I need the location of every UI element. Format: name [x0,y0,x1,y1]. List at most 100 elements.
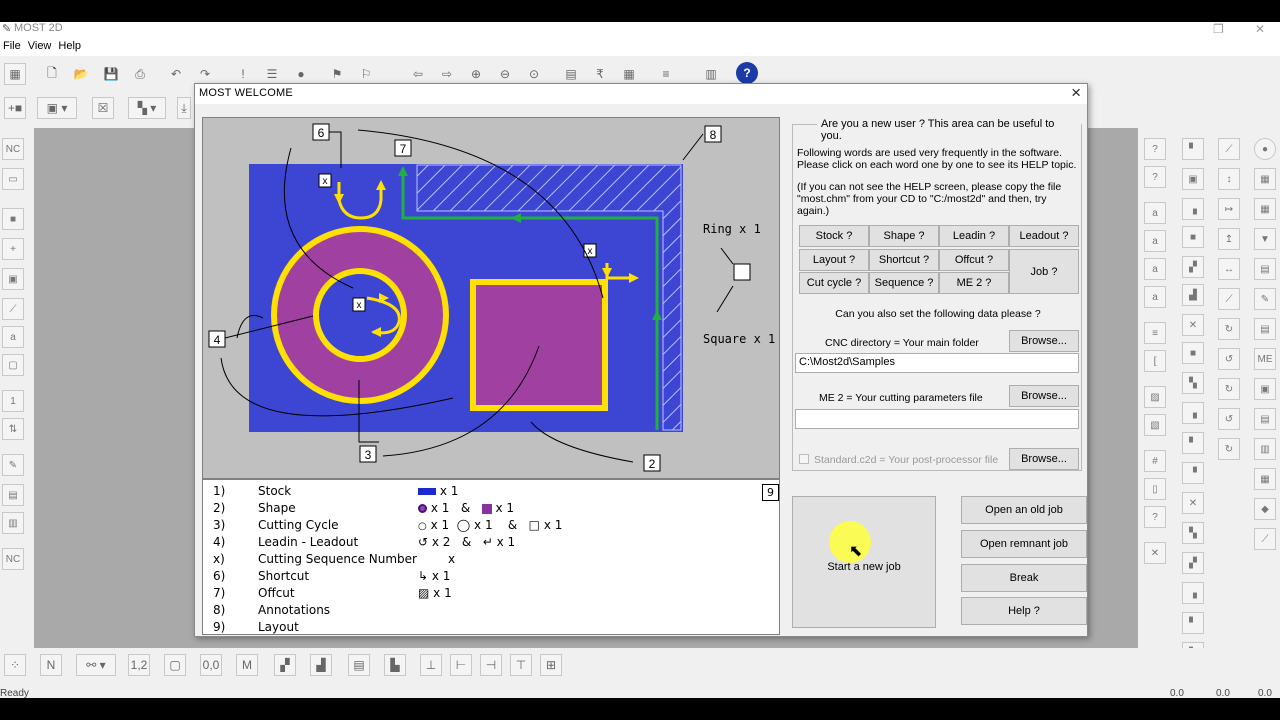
help-button[interactable]: Help ? [961,597,1087,625]
rt3-6-icon[interactable]: ⟋ [1218,288,1240,310]
close-window-icon[interactable]: ✕ [1255,22,1265,36]
start-new-job-button[interactable]: Start a new job ⬉ [792,496,936,628]
rt4-9-icon[interactable]: ▣ [1254,378,1276,400]
new-file-icon[interactable]: 🗋 [41,63,63,85]
topic-stock-button[interactable]: Stock ? [799,225,869,247]
rt4-7-icon[interactable]: ▤ [1254,318,1276,340]
add-stock-icon[interactable]: +■ [4,97,26,119]
flag-icon[interactable]: ⚑ [326,63,348,85]
rt2-10-icon[interactable]: ▗ [1182,402,1204,424]
menu-help[interactable]: Help [55,38,85,52]
rt4-14-icon[interactable]: ⟋ [1254,528,1276,550]
bt-a6-icon[interactable]: ⊢ [450,654,472,676]
rt3-5-icon[interactable]: ↔ [1218,258,1240,280]
bt-12-icon[interactable]: 1,2 [128,654,150,676]
arrow-right-icon[interactable]: ⇨ [436,63,458,85]
rt-x-icon[interactable]: ✕ [1144,542,1166,564]
rt-a-icon[interactable]: a [1144,202,1166,224]
rt3-9-icon[interactable]: ↻ [1218,378,1240,400]
currency-icon[interactable]: ₹ [589,63,611,85]
open-remnant-job-button[interactable]: Open remnant job [961,530,1087,558]
arrows-vertical-icon[interactable]: ⇅ [2,418,24,440]
topic-shape-button[interactable]: Shape ? [869,225,939,247]
layers-icon[interactable]: ☰ [261,63,283,85]
alert-icon[interactable]: ! [232,63,254,85]
bt-a8-icon[interactable]: ⊤ [510,654,532,676]
arrange-dropdown-icon[interactable]: ▚ ▾ [128,97,166,119]
topic-layout-button[interactable]: Layout ? [799,249,869,271]
flag-menu-icon[interactable]: ⚐ [355,63,377,85]
rt2-1-icon[interactable]: ▘ [1182,138,1204,160]
open-folder-icon[interactable]: 📂 [70,63,92,85]
rt4-8-icon[interactable]: ME [1254,348,1276,370]
one-icon[interactable]: 1 [2,390,24,412]
topic-shortcut-button[interactable]: Shortcut ? [869,249,939,271]
rt3-3-icon[interactable]: ↦ [1218,198,1240,220]
bt-a1-icon[interactable]: ▞ [274,654,296,676]
square-icon[interactable]: ■ [2,208,24,230]
break-button[interactable]: Break [961,564,1087,592]
rt4-6-icon[interactable]: ✎ [1254,288,1276,310]
rt2-13-icon[interactable]: ✕ [1182,492,1204,514]
cross-icon[interactable]: + [2,238,24,260]
help-icon[interactable]: ? [736,62,758,84]
shape-dropdown-icon[interactable]: ▣ ▾ [37,97,77,119]
rt-bracket-icon[interactable]: [ [1144,350,1166,372]
topic-sequence-button[interactable]: Sequence ? [869,272,939,294]
rt2-8-icon[interactable]: ■ [1182,342,1204,364]
nc-icon[interactable]: NC [2,138,24,160]
rt4-13-icon[interactable]: ◆ [1254,498,1276,520]
rt3-1-icon[interactable]: ⟋ [1218,138,1240,160]
rt4-10-icon[interactable]: ▤ [1254,408,1276,430]
rt4-2-icon[interactable]: ▦ [1254,168,1276,190]
rt2-2-icon[interactable]: ▣ [1182,168,1204,190]
me2-browse-button[interactable]: Browse... [1009,385,1079,407]
grid-table-icon[interactable]: ▦ [618,63,640,85]
rt2-5-icon[interactable]: ▞ [1182,256,1204,278]
bt-snap-icon[interactable]: ⁘ [4,654,26,676]
zoom-out-icon[interactable]: ⊖ [494,63,516,85]
text-a-icon[interactable]: a [2,326,24,348]
zoom-in-icon[interactable]: ⊕ [465,63,487,85]
std-checkbox[interactable] [799,454,809,464]
rt-query2-icon[interactable]: ? [1144,166,1166,188]
topic-leadin-button[interactable]: Leadin ? [939,225,1009,247]
rt4-12-icon[interactable]: ▦ [1254,468,1276,490]
rt-a3-icon[interactable]: a [1144,258,1166,280]
rt-a4-icon[interactable]: a [1144,286,1166,308]
rt-hash-icon[interactable]: # [1144,450,1166,472]
rt4-5-icon[interactable]: ▤ [1254,258,1276,280]
rt-query-icon[interactable]: ? [1144,138,1166,160]
cnc-directory-field[interactable]: C:\Most2d\Samples [795,353,1079,373]
delete-icon[interactable]: ☒ [92,97,114,119]
rt2-6-icon[interactable]: ▟ [1182,284,1204,306]
pencil-icon[interactable]: ✎ [2,454,24,476]
line-icon[interactable]: ⟋ [2,298,24,320]
grid-icon[interactable]: ▦ [4,63,26,85]
panel-icon[interactable]: ▥ [2,512,24,534]
nc-plus-icon[interactable]: NC [2,548,24,570]
save-icon[interactable]: 💾 [100,63,122,85]
rt2-4-icon[interactable]: ■ [1182,226,1204,248]
bt-link-icon[interactable]: ⚯ ▾ [76,654,116,676]
bt-a7-icon[interactable]: ⊣ [480,654,502,676]
rt2-14-icon[interactable]: ▚ [1182,522,1204,544]
rt3-2-icon[interactable]: ↕ [1218,168,1240,190]
calc-icon[interactable]: ▥ [700,63,722,85]
circle-icon[interactable]: ● [290,63,312,85]
me2-file-field[interactable] [795,409,1079,429]
rt2-12-icon[interactable]: ▝ [1182,462,1204,484]
rt3-4-icon[interactable]: ↥ [1218,228,1240,250]
rt2-15-icon[interactable]: ▞ [1182,552,1204,574]
rt-hatch-icon[interactable]: ▨ [1144,386,1166,408]
rt2-11-icon[interactable]: ▘ [1182,432,1204,454]
rt2-3-icon[interactable]: ▗ [1182,198,1204,220]
box-icon[interactable]: ▢ [2,354,24,376]
rt-a2-icon[interactable]: a [1144,230,1166,252]
rt3-7-icon[interactable]: ↻ [1218,318,1240,340]
menu-file[interactable]: File [0,38,25,52]
machine-icon[interactable]: ▭ [2,168,24,190]
std-browse-button[interactable]: Browse... [1009,448,1079,470]
frame-icon[interactable]: ▣ [2,268,24,290]
rt-q3-icon[interactable]: ? [1144,506,1166,528]
